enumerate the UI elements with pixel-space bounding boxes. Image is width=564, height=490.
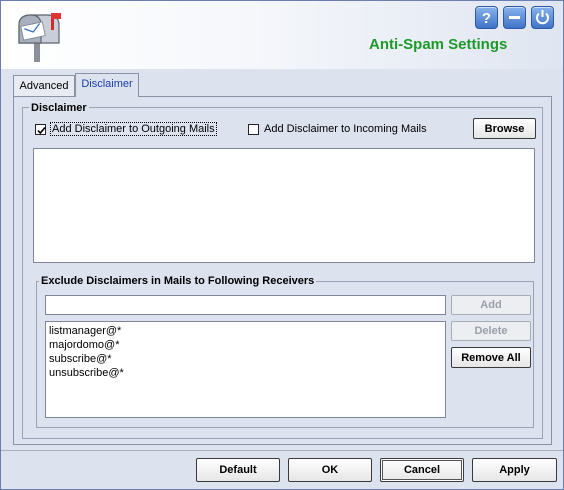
outgoing-disclaimer-checkbox[interactable] [35, 123, 46, 135]
list-item[interactable]: listmanager@* [49, 324, 442, 338]
disclaimer-tab-panel: Disclaimer Add Disclaimer to Outgoing Ma… [13, 96, 552, 445]
help-button[interactable]: ? [475, 6, 498, 29]
minimize-button[interactable] [503, 6, 526, 29]
tab-disclaimer[interactable]: Disclaimer [75, 73, 139, 97]
outgoing-disclaimer-checkbox-row[interactable]: Add Disclaimer to Outgoing Mails [35, 122, 217, 136]
receiver-input[interactable] [45, 295, 446, 315]
exclude-receivers-group: Exclude Disclaimers in Mails to Followin… [36, 275, 534, 428]
disclaimer-text-area[interactable] [33, 148, 535, 263]
list-item[interactable]: majordomo@* [49, 338, 442, 352]
remove-all-button[interactable]: Remove All [451, 347, 531, 368]
tab-advanced[interactable]: Advanced [13, 75, 75, 96]
ok-button[interactable]: OK [288, 458, 372, 482]
checkmark-icon [37, 126, 46, 134]
incoming-disclaimer-checkbox[interactable] [248, 123, 259, 135]
app-title: Anti-Spam Settings [369, 36, 508, 53]
footer-divider [1, 450, 563, 451]
add-button[interactable]: Add [451, 295, 531, 315]
outgoing-disclaimer-label: Add Disclaimer to Outgoing Mails [50, 122, 217, 136]
default-button[interactable]: Default [196, 458, 280, 482]
svg-text:?: ? [482, 10, 491, 27]
help-icon: ? [482, 10, 491, 27]
close-button[interactable] [531, 6, 554, 29]
browse-button[interactable]: Browse [473, 118, 536, 139]
disclaimer-section-title: Disclaimer [29, 102, 89, 114]
exclude-section-title: Exclude Disclaimers in Mails to Followin… [39, 275, 317, 287]
minimize-icon [509, 16, 520, 19]
incoming-disclaimer-label: Add Disclaimer to Incoming Mails [264, 123, 427, 135]
list-item[interactable]: unsubscribe@* [49, 366, 442, 380]
power-icon [536, 10, 549, 25]
header-banner: Anti-Spam Settings ? [1, 1, 563, 69]
excluded-receivers-list[interactable]: listmanager@* majordomo@* subscribe@* un… [45, 321, 446, 418]
apply-button[interactable]: Apply [472, 458, 557, 482]
delete-button[interactable]: Delete [451, 321, 531, 341]
incoming-disclaimer-checkbox-row[interactable]: Add Disclaimer to Incoming Mails [248, 123, 427, 135]
list-item[interactable]: subscribe@* [49, 352, 442, 366]
cancel-button[interactable]: Cancel [380, 458, 464, 482]
mailbox-icon [18, 13, 61, 62]
anti-spam-settings-window: Anti-Spam Settings ? Advanced Disclaimer… [0, 0, 564, 490]
